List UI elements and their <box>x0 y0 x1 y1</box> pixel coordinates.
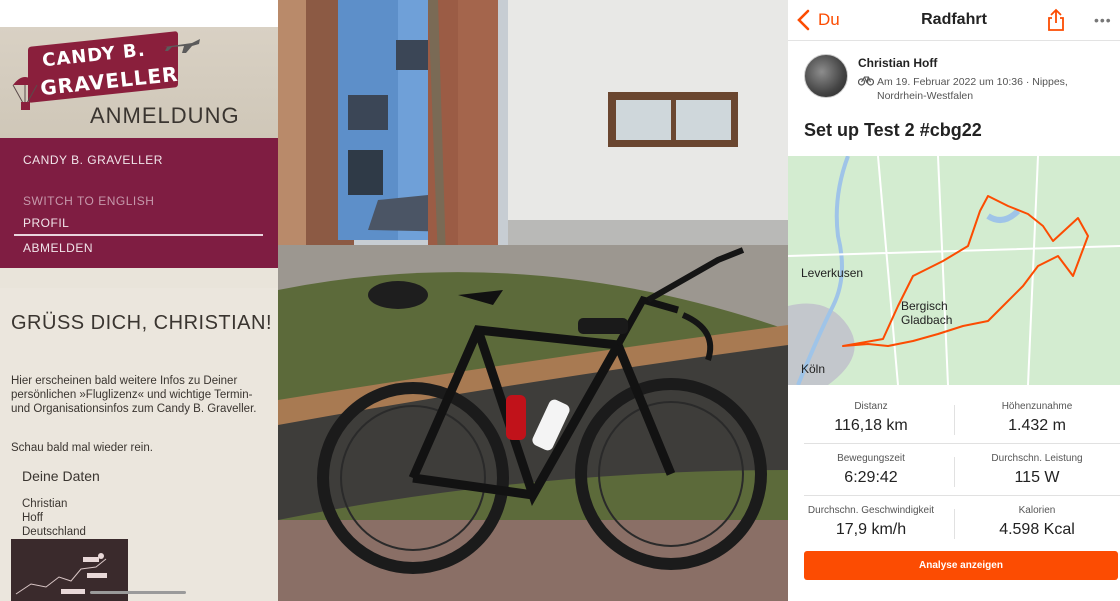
info-paragraph: Hier erscheinen bald weitere Infos zu De… <box>11 375 257 415</box>
activity-panel: Du Radfahrt ••• Christian Hoff Am 19. Fe… <box>788 0 1120 601</box>
greeting-heading: GRÜSS DICH, CHRISTIAN! <box>11 312 273 334</box>
menu-item-switch-language[interactable]: SWITCH TO ENGLISH <box>23 194 154 208</box>
stat-value-avg-speed: 17,9 km/h <box>835 521 907 538</box>
stat-value-elevation: 1.432 m <box>1008 417 1066 434</box>
data-country: Deutschland <box>22 526 86 538</box>
bicycle-icon <box>858 76 874 86</box>
website-header: CANDY B. GRAVELLER ANMELDUNG <box>0 27 278 138</box>
stat-value-moving-time: 6:29:42 <box>844 469 898 486</box>
menu-item-logout[interactable]: ABMELDEN <box>23 241 93 255</box>
menu-active-underline <box>14 234 263 236</box>
come-back-text: Schau bald mal wieder rein. <box>11 442 153 454</box>
route-map[interactable]: Leverkusen Bergisch Gladbach Köln <box>788 156 1120 385</box>
airplane-icon <box>164 39 200 53</box>
nav-title: Radfahrt <box>921 11 987 28</box>
stat-row-divider <box>804 443 1120 444</box>
share-icon[interactable] <box>1046 8 1066 32</box>
menu-item-home[interactable]: CANDY B. GRAVELLER <box>23 153 163 167</box>
your-data-title: Deine Daten <box>22 468 100 484</box>
data-first-name: Christian <box>22 498 68 510</box>
stat-value-calories: 4.598 Kcal <box>999 521 1075 538</box>
more-options-icon[interactable]: ••• <box>1094 12 1112 28</box>
stat-label-distance: Distanz <box>854 401 888 412</box>
website-panel: CANDY B. GRAVELLER ANMELDUNG CANDY B. GR… <box>0 0 278 601</box>
horizontal-scrollbar[interactable] <box>90 591 186 594</box>
stat-label-avg-power: Durchschn. Leistung <box>991 453 1083 464</box>
bicycle-photo <box>278 0 788 601</box>
athlete-name[interactable]: Christian Hoff <box>858 56 937 70</box>
stat-label-moving-time: Bewegungszeit <box>837 453 905 464</box>
stat-value-distance: 116,18 km <box>834 417 908 434</box>
avatar[interactable] <box>804 54 848 98</box>
bicycle-photo-graphic <box>278 0 788 601</box>
menu-item-profile[interactable]: PROFIL <box>23 216 69 230</box>
stat-label-calories: Kalorien <box>1018 505 1056 516</box>
stat-label-avg-speed: Durchschn. Geschwindigkeit <box>807 505 935 516</box>
stat-value-avg-power: 115 W <box>1014 469 1060 486</box>
website-top-strip <box>0 0 278 27</box>
map-label-bergisch: Bergisch <box>901 299 948 313</box>
stat-label-elevation: Höhenzunahme <box>1001 401 1073 412</box>
parachute-icon <box>12 77 38 110</box>
map-label-koeln: Köln <box>801 362 826 376</box>
website-body: GRÜSS DICH, CHRISTIAN! Hier erscheinen b… <box>0 288 278 601</box>
data-last-name: Hoff <box>22 512 43 524</box>
activity-title: Set up Test 2 #cbg22 <box>804 120 982 140</box>
nav-bar: Du Radfahrt ••• <box>788 0 1120 41</box>
page-heading: ANMELDUNG <box>90 103 240 128</box>
map-label-leverkusen: Leverkusen <box>801 266 864 280</box>
activity-meta: Am 19. Februar 2022 um 10:36 · Nippes, N… <box>877 76 1068 102</box>
stat-row-divider <box>804 495 1120 496</box>
show-analysis-button[interactable]: Analyse anzeigen <box>804 551 1118 580</box>
website-menu: CANDY B. GRAVELLER SWITCH TO ENGLISH PRO… <box>0 138 278 268</box>
map-label-gladbach: Gladbach <box>901 313 953 327</box>
